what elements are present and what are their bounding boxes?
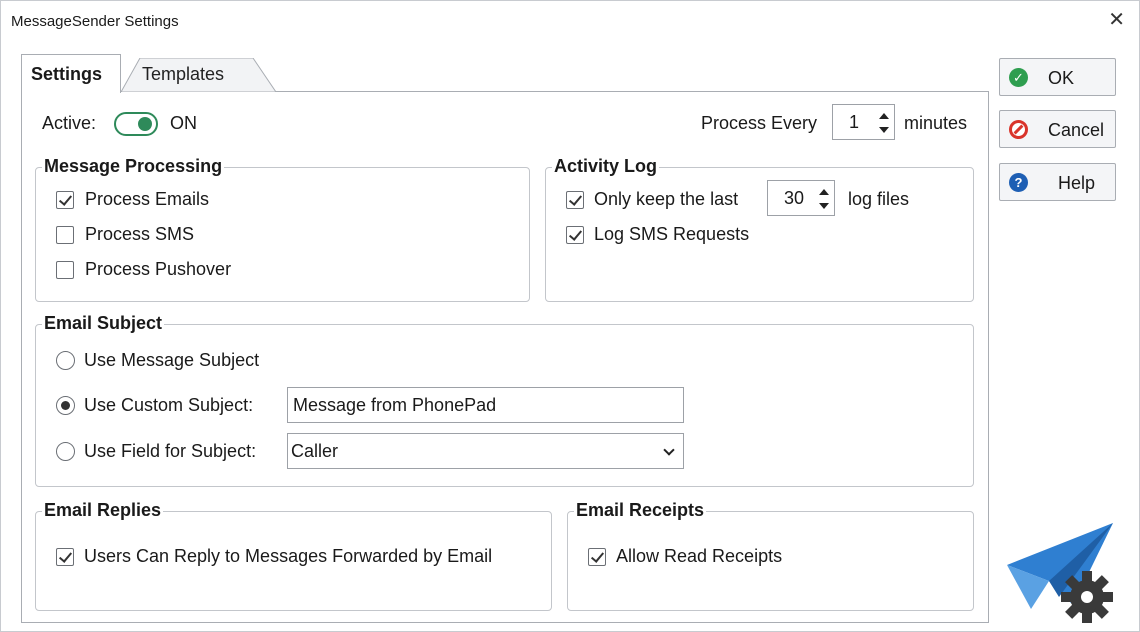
ok-button-label: OK (1048, 68, 1075, 88)
allow-read-receipts-label: Allow Read Receipts (616, 546, 783, 566)
window-title: MessageSender Settings (11, 13, 179, 30)
keep-logs-label: Only keep the last (594, 189, 739, 209)
cancel-button-label: Cancel (1048, 120, 1105, 140)
use-field-subject-label: Use Field for Subject: (84, 441, 257, 461)
tab-templates[interactable]: Templates (121, 58, 224, 92)
paper-plane-gear-icon (1007, 523, 1113, 623)
arrow-up-icon[interactable] (879, 113, 889, 119)
chevron-down-icon[interactable] (663, 444, 675, 456)
email-subject-group: Email Subject Use Message Subject Use Cu… (35, 313, 974, 487)
process-every-label: Process Every (701, 113, 818, 133)
active-label: Active: (42, 113, 97, 133)
email-subject-title: Email Subject (42, 313, 165, 334)
log-files-stepper[interactable]: 30 (767, 180, 835, 216)
use-message-subject-label: Use Message Subject (84, 350, 260, 370)
subject-field-value: Caller (291, 441, 339, 461)
activity-log-group: Activity Log Only keep the last 30 log f… (545, 156, 974, 302)
process-pushover-checkbox[interactable] (56, 261, 74, 279)
tab-settings[interactable]: Settings (21, 54, 121, 93)
settings-panel: Active: ON Process Every 1 minutes Messa… (21, 91, 989, 623)
email-receipts-group: Email Receipts Allow Read Receipts (567, 500, 974, 611)
check-circle-icon: ✓ (1009, 68, 1028, 87)
process-every-stepper[interactable]: 1 (832, 104, 895, 140)
process-every-value: 1 (849, 112, 860, 132)
close-icon[interactable]: ✕ (1108, 9, 1125, 31)
log-sms-checkbox[interactable] (566, 226, 584, 244)
use-field-subject-radio[interactable] (56, 442, 75, 461)
process-emails-checkbox[interactable] (56, 191, 74, 209)
activity-log-title: Activity Log (552, 156, 660, 177)
question-circle-icon: ? (1009, 173, 1028, 192)
spin-arrows-icon[interactable] (818, 187, 830, 211)
use-message-subject-radio[interactable] (56, 351, 75, 370)
keep-logs-checkbox[interactable] (566, 191, 584, 209)
arrow-down-icon[interactable] (879, 127, 889, 133)
arrow-down-icon[interactable] (819, 203, 829, 209)
process-pushover-label: Process Pushover (85, 259, 232, 279)
process-sms-label: Process SMS (85, 224, 195, 244)
no-entry-icon (1009, 120, 1028, 139)
active-state: ON (170, 113, 197, 133)
users-can-reply-label: Users Can Reply to Messages Forwarded by… (84, 546, 493, 566)
log-files-value: 30 (784, 188, 805, 208)
ok-button[interactable]: ✓ OK (999, 58, 1116, 96)
users-can-reply-checkbox[interactable] (56, 548, 74, 566)
subject-field-select[interactable]: Caller (287, 433, 684, 469)
log-files-unit: log files (848, 189, 910, 209)
arrow-up-icon[interactable] (819, 189, 829, 195)
process-emails-label: Process Emails (85, 189, 210, 209)
allow-read-receipts-checkbox[interactable] (588, 548, 606, 566)
email-receipts-title: Email Receipts (574, 500, 707, 521)
log-sms-label: Log SMS Requests (594, 224, 750, 244)
cancel-button[interactable]: Cancel (999, 110, 1116, 148)
message-processing-title: Message Processing (42, 156, 225, 177)
title-bar: MessageSender Settings ✕ (1, 1, 1139, 41)
email-replies-group: Email Replies Users Can Reply to Message… (35, 500, 552, 611)
process-sms-checkbox[interactable] (56, 226, 74, 244)
use-custom-subject-label: Use Custom Subject: (84, 395, 254, 415)
process-every-unit: minutes (904, 113, 968, 133)
toggle-knob (138, 117, 152, 131)
message-processing-group: Message Processing Process Emails Proces… (35, 156, 530, 302)
active-toggle[interactable] (114, 112, 158, 136)
settings-window: MessageSender Settings ✕ Settings Templa… (0, 0, 1140, 632)
spin-arrows-icon[interactable] (878, 111, 890, 135)
email-replies-title: Email Replies (42, 500, 164, 521)
custom-subject-input[interactable]: Message from PhonePad (287, 387, 684, 423)
help-button-label: Help (1058, 173, 1096, 193)
help-button[interactable]: ? Help (999, 163, 1116, 201)
use-custom-subject-radio[interactable] (56, 396, 75, 415)
